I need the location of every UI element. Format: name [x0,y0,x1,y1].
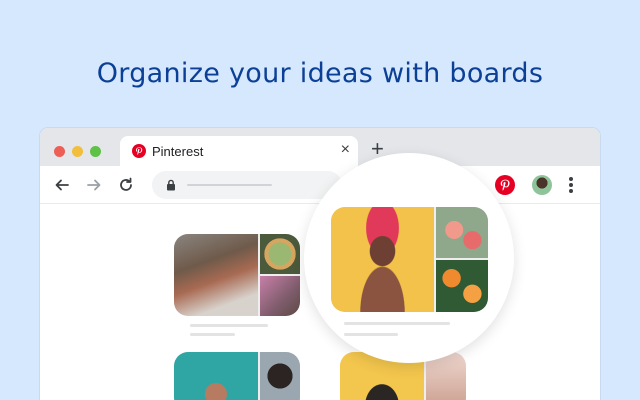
board-image-salad-bowl [260,234,300,274]
tab-pinterest[interactable]: Pinterest × [120,136,358,166]
url-text-placeholder [187,184,272,186]
board-image-flower-crown-portrait [331,207,434,312]
board-card-people[interactable] [174,352,300,400]
board-title-placeholder [190,324,268,327]
board-subtitle-placeholder [190,333,235,336]
board-image-sunglasses-portrait [260,352,300,400]
maximize-window-button[interactable] [90,146,101,157]
headline: Organize your ideas with boards [96,58,544,89]
close-tab-icon[interactable]: × [341,141,350,159]
board-image-pink-flowers [436,207,488,258]
board-title-placeholder [344,322,450,325]
board-image-burger [174,234,258,316]
board-image-dessert [260,276,300,316]
board-subtitle-placeholder [344,333,398,336]
tab-title: Pinterest [152,144,204,159]
pinterest-extension-icon[interactable] [495,175,515,195]
close-window-button[interactable] [54,146,65,157]
more-menu-icon[interactable] [568,176,574,194]
forward-arrow-icon[interactable] [85,176,103,194]
pinterest-logo-icon [132,144,146,158]
board-image-dancer [174,352,258,400]
board-card-food[interactable] [174,234,300,316]
reload-icon[interactable] [117,176,135,194]
back-arrow-icon[interactable] [53,176,71,194]
address-bar[interactable] [152,171,342,199]
profile-avatar[interactable] [532,175,552,195]
browser-toolbar [40,166,600,204]
lock-icon [167,179,175,191]
board-card-flowers[interactable] [331,207,488,312]
tab-strip: Pinterest × + [40,128,600,166]
board-image-orange-flowers [436,260,488,312]
minimize-window-button[interactable] [72,146,83,157]
